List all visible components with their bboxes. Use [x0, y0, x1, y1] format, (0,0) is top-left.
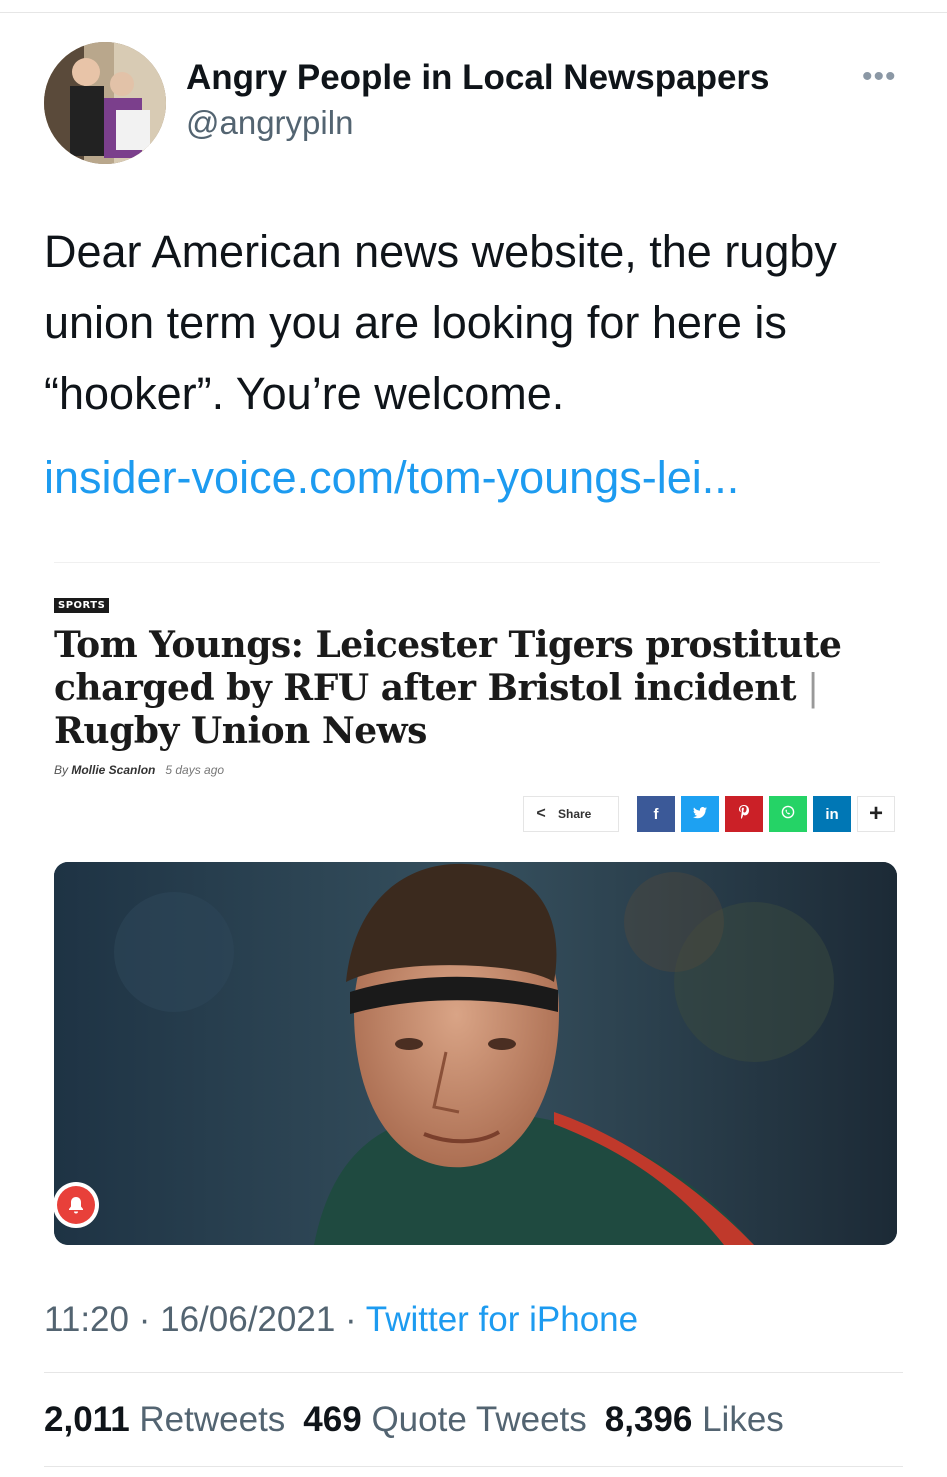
twitter-icon — [693, 806, 707, 823]
tweet-time: 11:20 — [44, 1300, 129, 1339]
section-tag[interactable]: SPORTS — [54, 598, 110, 613]
top-divider — [0, 12, 947, 13]
byline-author[interactable]: Mollie Scanlon — [71, 763, 155, 777]
rugby-player-photo — [54, 862, 897, 1245]
likes-stat[interactable]: 8,396 Likes — [605, 1400, 784, 1439]
likes-label: Likes — [702, 1400, 784, 1439]
meta-divider — [44, 1372, 903, 1373]
headline-separator: | — [796, 668, 819, 709]
headline-main: Tom Youngs: Leicester Tigers prostitute … — [54, 624, 842, 709]
byline-age: 5 days ago — [165, 763, 225, 777]
tweet-source-link[interactable]: Twitter for iPhone — [366, 1300, 638, 1339]
share-button[interactable]: < Share — [523, 796, 619, 832]
linkedin-share-button[interactable]: in — [813, 796, 851, 832]
retweets-label: Retweets — [139, 1400, 286, 1439]
meta-dot: · — [335, 1300, 366, 1339]
facebook-icon: f — [653, 805, 659, 823]
tweet-link[interactable]: insider-voice.com/tom-youngs-lei... — [44, 452, 739, 504]
facebook-share-button[interactable]: f — [637, 796, 675, 832]
retweets-stat[interactable]: 2,011 Retweets — [44, 1400, 285, 1439]
article-image[interactable] — [54, 862, 897, 1245]
byline: By Mollie Scanlon 5 days ago — [54, 763, 224, 777]
share-icon: < — [536, 805, 546, 822]
retweets-count: 2,011 — [44, 1400, 130, 1439]
card-divider — [54, 562, 880, 563]
whatsapp-share-button[interactable] — [769, 796, 807, 832]
meta-dot: · — [129, 1300, 161, 1339]
avatar[interactable] — [44, 42, 166, 164]
headline-tail: Rugby Union News — [54, 710, 427, 752]
quote-tweets-label: Quote Tweets — [371, 1400, 587, 1439]
linkedin-icon: in — [825, 805, 839, 823]
author-display-name[interactable]: Angry People in Local Newspapers — [186, 58, 770, 98]
more-share-button[interactable]: + — [857, 796, 895, 832]
avatar-photo — [44, 42, 166, 164]
likes-count: 8,396 — [604, 1400, 693, 1439]
author-handle[interactable]: @angrypiln — [186, 104, 353, 142]
article-headline[interactable]: Tom Youngs: Leicester Tigers prostitute … — [54, 624, 854, 753]
share-label: Share — [558, 807, 592, 821]
stats-divider — [44, 1466, 903, 1467]
quote-tweets-count: 469 — [303, 1400, 362, 1439]
twitter-share-button[interactable] — [681, 796, 719, 832]
notification-bell-button[interactable] — [53, 1182, 99, 1228]
engagement-stats: 2,011 Retweets 469 Quote Tweets 8,396 Like… — [44, 1400, 784, 1440]
pinterest-icon — [738, 805, 750, 823]
tweet-text: Dear American news website, the rugby un… — [44, 226, 837, 419]
quote-tweets-stat[interactable]: 469 Quote Tweets — [303, 1400, 586, 1439]
pinterest-share-button[interactable] — [725, 796, 763, 832]
tweet-metadata: 11:20 · 16/06/2021 · Twitter for iPhone — [44, 1300, 638, 1340]
plus-icon: + — [868, 800, 883, 827]
bell-icon — [57, 1186, 95, 1224]
whatsapp-icon — [781, 805, 795, 823]
tweet-date: 16/06/2021 — [160, 1300, 336, 1339]
more-icon[interactable]: ••• — [862, 62, 902, 92]
byline-prefix: By — [54, 763, 72, 777]
